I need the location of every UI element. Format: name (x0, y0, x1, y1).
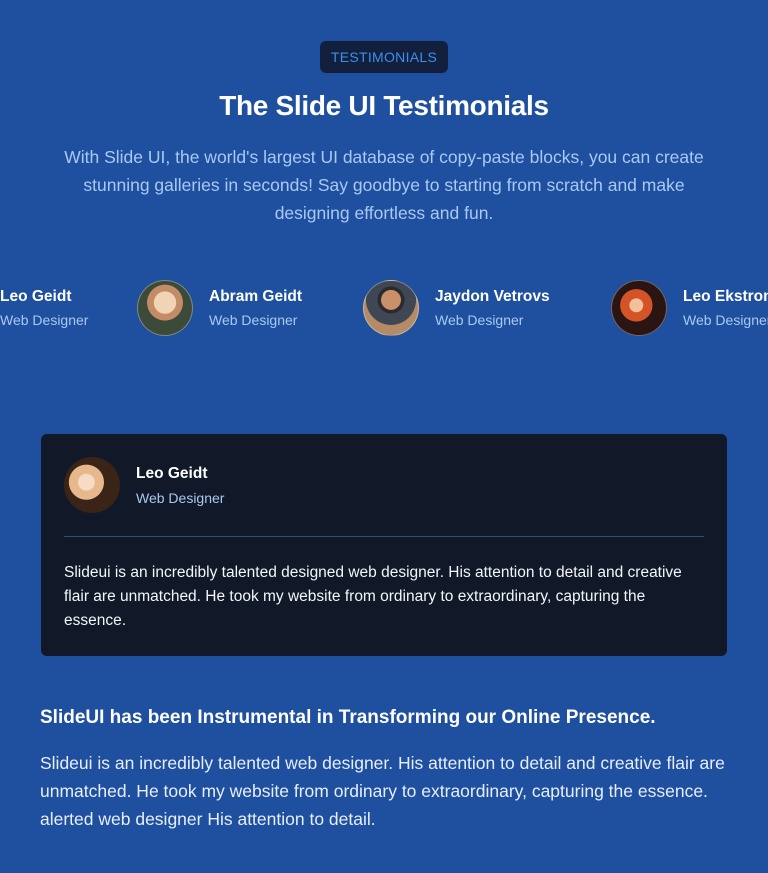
testimonial-card: Leo Geidt Web Designer Slideui is an inc… (41, 434, 727, 656)
testimonial-author-role: Web Designer (136, 490, 225, 506)
feature-heading: SlideUI has been Instrumental in Transfo… (40, 707, 656, 728)
carousel-item-jaydon-vetrovs[interactable]: Jaydon Vetrovs Web Designer (363, 280, 550, 336)
section-intro: With Slide UI, the world's largest UI da… (64, 147, 704, 223)
carousel-item-role: Web Designer (209, 312, 298, 328)
testimonial-carousel[interactable]: Leo Geidt Web Designer Abram Geidt Web D… (0, 276, 768, 342)
testimonial-author-name: Leo Geidt (136, 465, 208, 482)
carousel-item-abram-geidt[interactable]: Abram Geidt Web Designer (137, 280, 302, 336)
section-title: The Slide UI Testimonials (219, 90, 549, 121)
carousel-item-role: Web Designer (683, 312, 768, 328)
carousel-item-name: Leo Ekstrom (683, 288, 768, 305)
feature-text: Slideui is an incredibly talented web de… (40, 753, 725, 829)
carousel-item-leo-ekstrom[interactable]: Leo Ekstrom Web Designer (611, 280, 768, 336)
carousel-item-role: Web Designer (0, 312, 89, 328)
avatar (64, 457, 120, 513)
divider (64, 536, 704, 537)
avatar (137, 280, 193, 336)
carousel-item-name: Leo Geidt (0, 288, 72, 305)
testimonial-quote: Slideui is an incredibly talented design… (64, 564, 682, 629)
carousel-item-role: Web Designer (435, 312, 524, 328)
carousel-item-name: Abram Geidt (209, 288, 303, 305)
testimonials-section: TESTIMONIALS The Slide UI Testimonials W… (0, 0, 768, 873)
carousel-item-name: Jaydon Vetrovs (435, 288, 550, 305)
section-badge: TESTIMONIALS (320, 41, 448, 73)
avatar (363, 280, 419, 336)
avatar (611, 280, 667, 336)
carousel-item-leo-geidt[interactable]: Leo Geidt Web Designer (0, 280, 88, 336)
